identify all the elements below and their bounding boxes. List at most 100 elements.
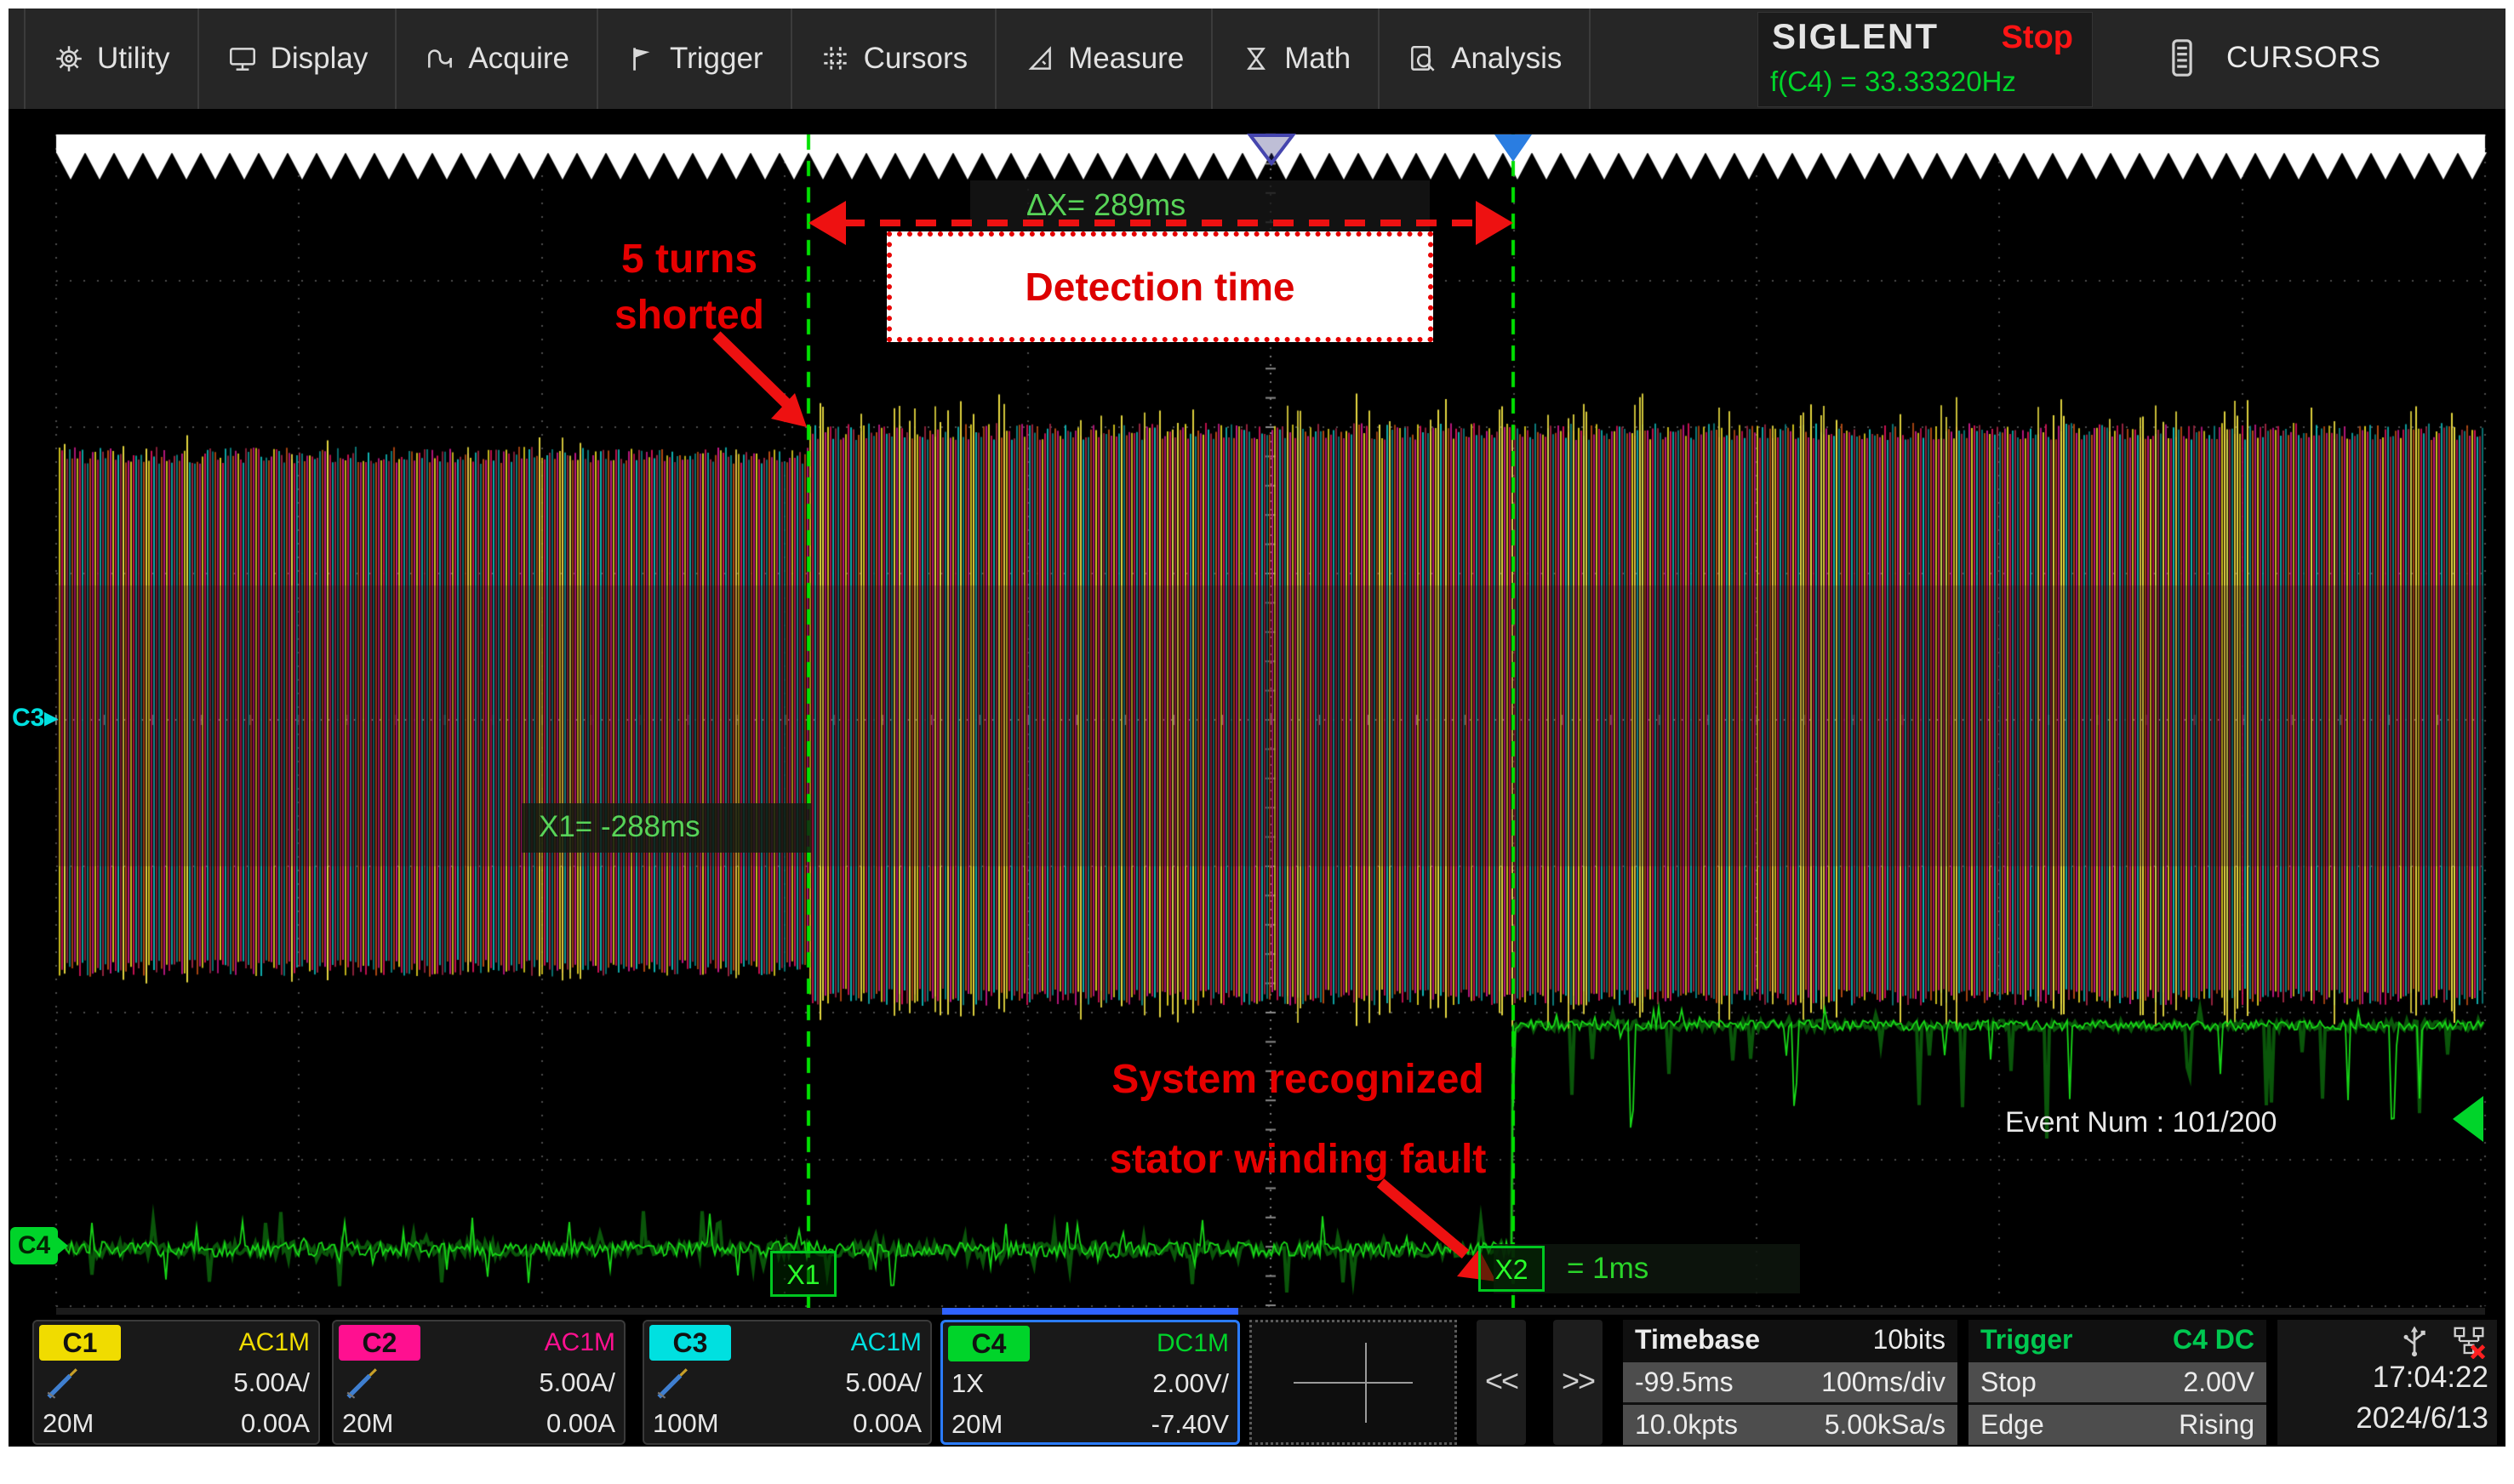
channel4-scale: 2.00V/: [1152, 1368, 1229, 1399]
clock-date: 2024/6/13: [2356, 1401, 2488, 1435]
channel2-tag[interactable]: C2: [339, 1325, 420, 1361]
trigger-level: 2.00V: [2183, 1367, 2254, 1398]
history-back-button[interactable]: <<: [1477, 1320, 1526, 1445]
timebase-scale: 100ms/div: [1821, 1367, 1945, 1398]
menu-trigger-label: Trigger: [670, 42, 763, 76]
channel1-tag[interactable]: C1: [39, 1325, 121, 1361]
channel4-descriptor[interactable]: C4 DC1M 1X 2.00V/ 20M -7.40V: [940, 1320, 1240, 1445]
event-number-readout: Event Num : 101/200: [2005, 1106, 2277, 1139]
frequency-counter-readout: f(C4) = 33.33320Hz: [1770, 66, 2016, 98]
menu-measure-label: Measure: [1068, 42, 1184, 76]
channel2-scale: 5.00A/: [539, 1367, 615, 1398]
trigger-slope: Rising: [2179, 1409, 2254, 1441]
channel3-reference-marker[interactable]: C3▸: [12, 703, 57, 733]
channel2-descriptor[interactable]: C2 AC1M 5.00A/ 20M 0.00A: [332, 1320, 626, 1445]
menu-acquire-label: Acquire: [468, 42, 569, 76]
crosshair-icon: [1285, 1336, 1421, 1430]
delay-reference-marker: [1247, 133, 1296, 167]
clock-time: 17:04:22: [2373, 1361, 2488, 1395]
acquisition-status[interactable]: Stop: [2002, 20, 2073, 56]
horizontal-scroll-thumb[interactable]: [942, 1308, 1238, 1315]
timebase-sample-rate: 5.00kSa/s: [1825, 1409, 1945, 1441]
menu-panel-icon[interactable]: [2160, 36, 2204, 84]
menu-cursors-label: Cursors: [864, 42, 968, 76]
cursors-grid-icon: [820, 43, 852, 75]
channel1-offset: 0.00A: [241, 1408, 310, 1439]
channel1-bandwidth: 20M: [43, 1408, 94, 1439]
channel4-offset: -7.40V: [1151, 1409, 1229, 1440]
menu-measure[interactable]: Measure: [997, 9, 1213, 109]
gear-icon: [53, 43, 85, 75]
delta-x-readout: ΔX= 289ms: [970, 180, 1430, 231]
usb-icon: [2397, 1323, 2432, 1363]
acquire-icon: [424, 43, 456, 75]
system-info-panel: 17:04:22 2024/6/13: [2277, 1320, 2497, 1445]
trigger-title: Trigger: [1980, 1324, 2072, 1356]
trigger-type: Edge: [1980, 1409, 2044, 1441]
trigger-source: C4 DC: [2173, 1324, 2254, 1356]
flag-icon: [626, 43, 658, 75]
detection-time-callout: Detection time: [887, 231, 1433, 342]
menu-trigger[interactable]: Trigger: [598, 9, 792, 109]
channel2-coupling: AC1M: [545, 1328, 615, 1357]
empty-slot-crosshair[interactable]: [1249, 1320, 1457, 1445]
channel4-reference-marker[interactable]: C4: [10, 1227, 58, 1264]
brand-status-block: SIGLENT Stop f(C4) = 33.33320Hz: [1757, 12, 2093, 107]
display-icon: [226, 43, 259, 75]
oscilloscope-screenshot: Utility Display Acquire Trigger Cursors …: [0, 0, 2514, 1484]
channel4-coupling: DC1M: [1157, 1329, 1229, 1358]
menu-math-label: Math: [1284, 42, 1351, 76]
timebase-bits: 10bits: [1873, 1324, 1945, 1356]
channel3-coupling: AC1M: [851, 1328, 922, 1357]
channel4-probe-atten: 1X: [951, 1367, 984, 1399]
menu-bar: Utility Display Acquire Trigger Cursors …: [9, 9, 2505, 109]
trigger-panel[interactable]: Trigger C4 DC Stop 2.00V Edge Rising: [1968, 1320, 2266, 1445]
active-dialog-label[interactable]: CURSORS: [2226, 41, 2381, 75]
probe-icon: [43, 1366, 82, 1406]
channel3-tag[interactable]: C3: [649, 1325, 731, 1361]
menu-utility[interactable]: Utility: [24, 9, 199, 109]
trigger-position-marker[interactable]: [1494, 134, 1532, 162]
cursor-x1-handle[interactable]: X1: [770, 1251, 837, 1297]
menu-display-label: Display: [271, 42, 369, 76]
probe-icon: [653, 1366, 692, 1406]
probe-icon: [342, 1366, 381, 1406]
timebase-title: Timebase: [1635, 1324, 1760, 1356]
channel4-bandwidth: 20M: [951, 1409, 1003, 1440]
math-icon: [1240, 43, 1272, 75]
menu-utility-label: Utility: [97, 42, 170, 76]
fault-recognized-callout: System recognized stator winding fault: [1068, 1040, 1528, 1200]
cursor-x1-readout: X1= -288ms: [522, 803, 811, 853]
trigger-status: Stop: [1980, 1367, 2037, 1398]
channel2-bandwidth: 20M: [342, 1408, 393, 1439]
measure-icon: [1024, 43, 1056, 75]
channel1-descriptor[interactable]: C1 AC1M 5.00A/ 20M 0.00A: [32, 1320, 320, 1445]
turns-shorted-callout: 5 turns shorted: [553, 231, 826, 344]
cursor-x2-handle[interactable]: X2: [1478, 1246, 1545, 1292]
channel2-offset: 0.00A: [546, 1408, 615, 1439]
analysis-icon: [1407, 43, 1439, 75]
channel1-scale: 5.00A/: [233, 1367, 310, 1398]
menu-acquire[interactable]: Acquire: [397, 9, 598, 109]
horizontal-scroll-track[interactable]: [56, 1308, 2485, 1315]
timebase-points: 10.0kpts: [1635, 1409, 1738, 1441]
channel3-descriptor[interactable]: C3 AC1M 5.00A/ 100M 0.00A: [643, 1320, 932, 1445]
menu-display[interactable]: Display: [199, 9, 397, 109]
timebase-delay: -99.5ms: [1635, 1367, 1734, 1398]
waveform-display[interactable]: ΔX= 289ms Detection time 5 turns shorted…: [9, 109, 2505, 1316]
brand-logo: SIGLENT: [1772, 16, 1939, 57]
channel1-coupling: AC1M: [239, 1328, 310, 1357]
channel4-tag[interactable]: C4: [948, 1326, 1030, 1361]
menu-analysis-label: Analysis: [1451, 42, 1562, 76]
history-forward-button[interactable]: >>: [1553, 1320, 1603, 1445]
menu-cursors[interactable]: Cursors: [792, 9, 997, 109]
lan-disconnected-icon: [2451, 1323, 2487, 1363]
channel3-bandwidth: 100M: [653, 1408, 719, 1439]
menu-analysis[interactable]: Analysis: [1380, 9, 1591, 109]
scope-screen: Utility Display Acquire Trigger Cursors …: [9, 9, 2505, 1447]
trigger-level-marker[interactable]: [2453, 1096, 2483, 1142]
menu-math[interactable]: Math: [1213, 9, 1380, 109]
channel3-scale: 5.00A/: [845, 1367, 922, 1398]
channel3-offset: 0.00A: [853, 1408, 922, 1439]
timebase-panel[interactable]: Timebase 10bits -99.5ms 100ms/div 10.0kpts…: [1623, 1320, 1957, 1445]
